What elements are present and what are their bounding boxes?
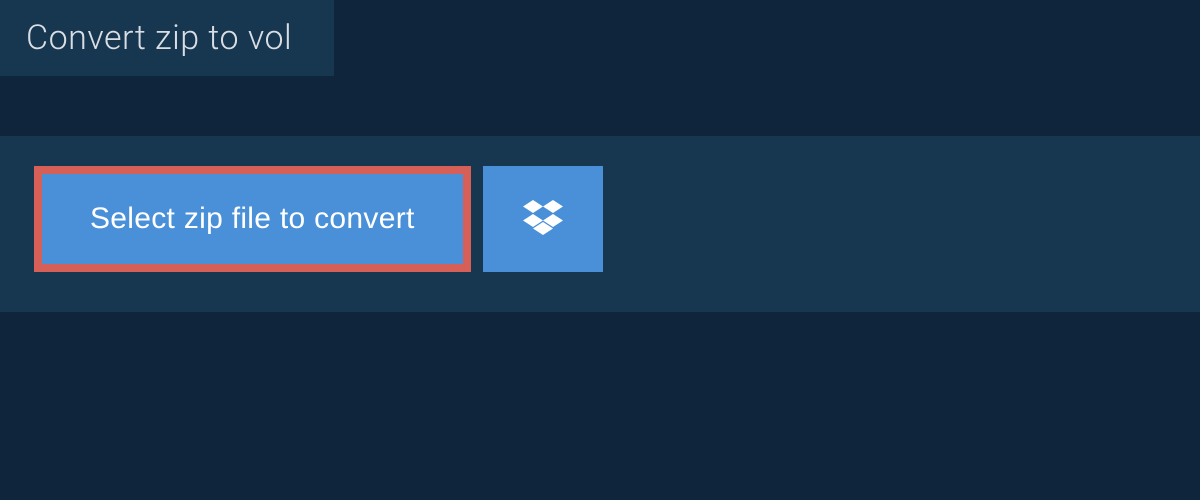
- select-file-label: Select zip file to convert: [90, 202, 415, 236]
- tab-bar: Convert zip to vol: [0, 0, 1200, 76]
- dropbox-button[interactable]: [483, 166, 603, 272]
- conversion-panel: Select zip file to convert: [0, 136, 1200, 312]
- action-row: Select zip file to convert: [0, 136, 1200, 272]
- select-file-button[interactable]: Select zip file to convert: [34, 166, 471, 272]
- dropbox-icon: [523, 200, 563, 239]
- tab-convert[interactable]: Convert zip to vol: [0, 0, 334, 76]
- tab-title: Convert zip to vol: [26, 18, 292, 58]
